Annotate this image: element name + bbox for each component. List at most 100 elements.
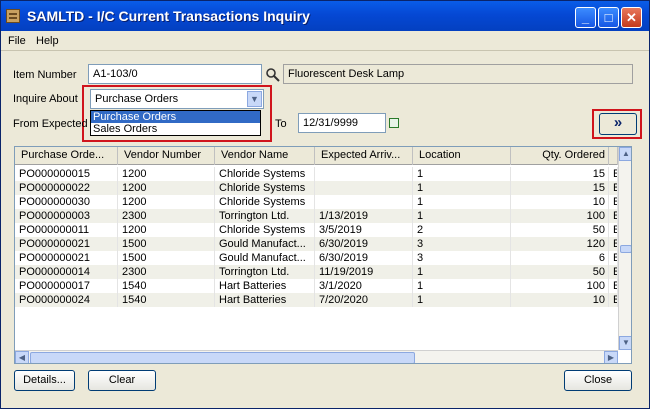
- column-header[interactable]: Qty. Ordered: [511, 147, 609, 165]
- table-cell: 6/30/2019: [315, 251, 413, 265]
- table-cell: 50: [511, 223, 609, 237]
- column-header[interactable]: Purchase Orde...: [15, 147, 118, 165]
- table-cell: 1540: [118, 293, 215, 307]
- search-icon[interactable]: [265, 67, 281, 83]
- details-button[interactable]: Details...: [14, 370, 75, 391]
- table-cell: 3/5/2019: [315, 223, 413, 237]
- column-header[interactable]: Vendor Name: [215, 147, 315, 165]
- scroll-up-icon[interactable]: ▲: [619, 147, 631, 161]
- menu-file[interactable]: File: [8, 35, 26, 47]
- table-row[interactable]: PO000000024 1540 Hart Batteries 7/20/2020 1 1…: [15, 293, 618, 307]
- table-cell: 6: [511, 251, 609, 265]
- table-cell: 100: [511, 279, 609, 293]
- table-cell: [315, 181, 413, 195]
- inquiry-window: SAMLTD - I/C Current Transactions Inquir…: [0, 0, 650, 409]
- vertical-scrollbar[interactable]: ▲ ▼: [618, 147, 631, 350]
- clear-button[interactable]: Clear: [88, 370, 156, 391]
- table-cell: E: [609, 223, 618, 237]
- table-cell: PO000000015: [15, 167, 118, 181]
- column-header[interactable]: Location: [413, 147, 511, 165]
- table-cell: Gould Manufact...: [215, 251, 315, 265]
- item-number-field[interactable]: A1-103/0: [88, 64, 262, 84]
- table-row[interactable]: PO0000000151200Chloride Systems 115E: [15, 167, 618, 181]
- table-row[interactable]: PO000000011 1200 Chloride Systems 3/5/2019 2…: [15, 223, 618, 237]
- table-cell: PO000000014: [15, 265, 118, 279]
- table-cell: 1200: [118, 181, 215, 195]
- minimize-button[interactable]: _: [575, 7, 596, 28]
- scroll-thumb[interactable]: [620, 245, 631, 253]
- table-cell: PO000000011: [15, 223, 118, 237]
- table-cell: 15: [511, 181, 609, 195]
- annotation-box: [82, 85, 272, 142]
- menu-help[interactable]: Help: [36, 35, 59, 47]
- table-cell: 1: [413, 279, 511, 293]
- table-row[interactable]: PO000000014 2300 Torrington Ltd. 11/19/2019…: [15, 265, 618, 279]
- table-cell: Chloride Systems: [215, 223, 315, 237]
- transactions-grid: Purchase Orde... Vendor Number Vendor Na…: [14, 146, 632, 364]
- table-row[interactable]: PO0000000221200Chloride Systems 115E: [15, 181, 618, 195]
- table-cell: PO000000021: [15, 251, 118, 265]
- table-row[interactable]: PO0000000301200Chloride Systems 110E: [15, 195, 618, 209]
- calendar-icon[interactable]: [389, 118, 399, 128]
- table-cell: E: [609, 209, 618, 223]
- table-cell: 1200: [118, 195, 215, 209]
- menu-bar: File Help: [1, 31, 649, 51]
- item-number-label: Item Number: [13, 69, 77, 81]
- table-cell: E: [609, 167, 618, 181]
- window-title: SAMLTD - I/C Current Transactions Inquir…: [27, 8, 310, 24]
- table-cell: 1500: [118, 251, 215, 265]
- table-cell: PO000000017: [15, 279, 118, 293]
- table-cell: PO000000022: [15, 181, 118, 195]
- table-cell: 2300: [118, 209, 215, 223]
- table-cell: 1: [413, 209, 511, 223]
- table-cell: PO000000030: [15, 195, 118, 209]
- table-cell: PO000000021: [15, 237, 118, 251]
- table-cell: Torrington Ltd.: [215, 265, 315, 279]
- from-expected-label: From Expected: [13, 118, 88, 130]
- table-cell: PO000000003: [15, 209, 118, 223]
- table-cell: 120: [511, 237, 609, 251]
- table-cell: PO000000024: [15, 293, 118, 307]
- scroll-right-icon[interactable]: ▶: [604, 351, 618, 363]
- table-row[interactable]: PO000000017 1540 Hart Batteries 3/1/2020 1 10…: [15, 279, 618, 293]
- table-cell: E: [609, 265, 618, 279]
- item-description: Fluorescent Desk Lamp: [283, 64, 633, 84]
- maximize-button[interactable]: □: [598, 7, 619, 28]
- table-cell: 50: [511, 265, 609, 279]
- table-cell: 1/13/2019: [315, 209, 413, 223]
- column-header[interactable]: Vendor Number: [118, 147, 215, 165]
- table-cell: 1200: [118, 167, 215, 181]
- table-cell: [315, 167, 413, 181]
- table-row[interactable]: PO000000003 2300 Torrington Ltd. 1/13/2019 1…: [15, 209, 618, 223]
- table-cell: E: [609, 195, 618, 209]
- close-button[interactable]: Close: [564, 370, 632, 391]
- table-cell: 11/19/2019: [315, 265, 413, 279]
- table-cell: 1: [413, 265, 511, 279]
- table-cell: 3: [413, 237, 511, 251]
- app-icon: [6, 9, 20, 23]
- table-cell: Hart Batteries: [215, 293, 315, 307]
- table-cell: 1540: [118, 279, 215, 293]
- close-window-button[interactable]: ✕: [621, 7, 642, 28]
- to-date-field[interactable]: 12/31/9999: [298, 113, 386, 133]
- scroll-thumb-horizontal[interactable]: [30, 352, 415, 363]
- table-cell: 1200: [118, 223, 215, 237]
- horizontal-scrollbar[interactable]: ◀ ▶: [15, 350, 618, 363]
- title-bar[interactable]: SAMLTD - I/C Current Transactions Inquir…: [1, 1, 649, 31]
- table-cell: E: [609, 237, 618, 251]
- column-header[interactable]: [609, 147, 618, 165]
- table-cell: 7/20/2020: [315, 293, 413, 307]
- table-cell: 100: [511, 209, 609, 223]
- table-cell: 2300: [118, 265, 215, 279]
- table-cell: Chloride Systems: [215, 167, 315, 181]
- table-row[interactable]: PO000000021 1500 Gould Manufact... 6/30/201…: [15, 237, 618, 251]
- table-cell: 2: [413, 223, 511, 237]
- column-header[interactable]: Expected Arriv...: [315, 147, 413, 165]
- scroll-left-icon[interactable]: ◀: [15, 351, 29, 363]
- table-row[interactable]: PO000000021 1500 Gould Manufact... 6/30/201…: [15, 251, 618, 265]
- scroll-down-icon[interactable]: ▼: [619, 336, 631, 350]
- table-cell: 15: [511, 167, 609, 181]
- table-cell: 10: [511, 293, 609, 307]
- table-cell: E: [609, 251, 618, 265]
- table-cell: 1: [413, 167, 511, 181]
